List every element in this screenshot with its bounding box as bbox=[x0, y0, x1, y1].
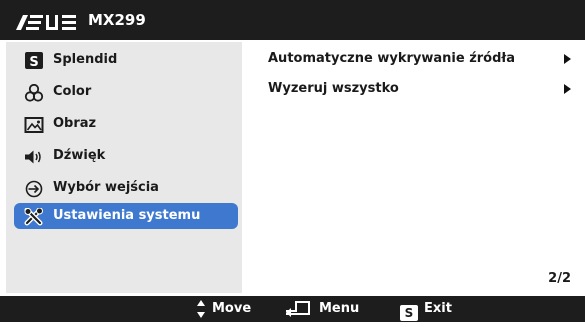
sidebar-item-label: Splendid bbox=[53, 52, 118, 67]
sidebar-item-obraz[interactable]: Obraz bbox=[14, 111, 238, 137]
image-icon bbox=[24, 117, 44, 133]
osd-header: MX299 bbox=[0, 0, 585, 40]
sidebar-item-label: Wybór wejścia bbox=[53, 180, 159, 195]
sidebar-item-label: Dźwięk bbox=[53, 148, 106, 163]
menu-hint: Menu bbox=[285, 296, 359, 322]
option-auto-source-detect[interactable]: Automatyczne wykrywanie źródła bbox=[268, 47, 573, 71]
page-indicator: 2/2 bbox=[548, 271, 571, 286]
sidebar-item-dzwiek[interactable]: Dźwięk bbox=[14, 143, 238, 169]
sidebar-item-label: Ustawienia systemu bbox=[53, 208, 201, 223]
sidebar-item-color[interactable]: Color bbox=[14, 79, 238, 105]
option-reset-all[interactable]: Wyzeruj wszystko bbox=[268, 77, 573, 101]
asus-logo bbox=[16, 15, 76, 30]
osd-menu: MX299 S Splendid Color Obraz Dźwięk Wybó… bbox=[0, 0, 585, 322]
up-down-arrow-icon bbox=[197, 300, 205, 318]
osd-footer: Move Menu S Exit bbox=[0, 296, 585, 322]
sidebar-item-splendid[interactable]: S Splendid bbox=[14, 47, 238, 73]
speaker-icon bbox=[25, 150, 41, 164]
input-select-icon bbox=[25, 180, 43, 198]
move-hint: Move bbox=[196, 296, 256, 322]
s-key-icon: S bbox=[400, 301, 418, 327]
exit-hint: S Exit bbox=[400, 296, 460, 322]
svg-text:S: S bbox=[29, 55, 38, 70]
option-label: Wyzeruj wszystko bbox=[268, 81, 399, 96]
option-label: Automatyczne wykrywanie źródła bbox=[268, 51, 515, 66]
tools-icon bbox=[24, 208, 43, 226]
arrow-right-icon bbox=[564, 84, 571, 94]
osd-content: Automatyczne wykrywanie źródła Wyzeruj w… bbox=[254, 42, 579, 293]
arrow-right-icon bbox=[564, 54, 571, 64]
osd-sidebar: S Splendid Color Obraz Dźwięk Wybór wejś… bbox=[6, 42, 242, 293]
sidebar-item-label: Obraz bbox=[53, 116, 97, 131]
sidebar-item-ustawienia-systemu[interactable]: Ustawienia systemu bbox=[14, 203, 238, 229]
sidebar-item-wybor-wejscia[interactable]: Wybór wejścia bbox=[14, 175, 238, 201]
model-name: MX299 bbox=[88, 11, 146, 29]
exit-label: Exit bbox=[424, 301, 452, 316]
sidebar-item-label: Color bbox=[53, 84, 92, 99]
color-circles-icon bbox=[24, 84, 44, 102]
enter-key-icon bbox=[286, 301, 310, 317]
splendid-s-icon: S bbox=[25, 52, 43, 70]
menu-label: Menu bbox=[319, 301, 360, 316]
move-label: Move bbox=[212, 301, 252, 316]
